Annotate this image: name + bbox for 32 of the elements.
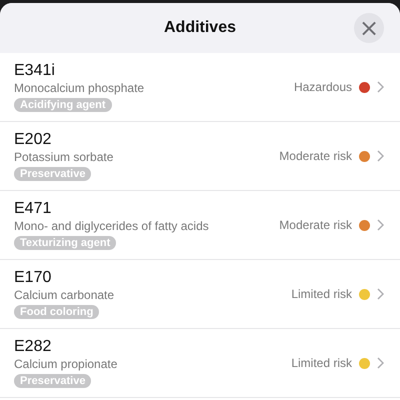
chevron-icon bbox=[377, 357, 384, 369]
additive-name: Monocalcium phosphate bbox=[14, 81, 144, 95]
chevron-icon bbox=[377, 288, 384, 300]
additive-name: Mono- and diglycerides of fatty acids bbox=[14, 219, 209, 233]
additive-code: E202 bbox=[14, 131, 52, 149]
risk-label: Moderate risk bbox=[279, 149, 352, 163]
additive-row[interactable]: E341i Monocalcium phosphate Acidifying agent Hazardous bbox=[0, 53, 400, 122]
additive-code: E341i bbox=[14, 62, 55, 80]
additive-row[interactable]: E170 Calcium carbonate Food coloring Limited risk bbox=[0, 260, 400, 329]
additive-code: E471 bbox=[14, 200, 52, 218]
sheet-title: Additives bbox=[164, 19, 236, 37]
chevron-icon bbox=[377, 81, 384, 93]
close-button[interactable]: × bbox=[354, 13, 384, 43]
chevron-icon bbox=[377, 219, 384, 231]
additive-name: Calcium carbonate bbox=[14, 288, 114, 302]
additive-name: Calcium propionate bbox=[14, 357, 118, 371]
risk-label: Limited risk bbox=[291, 356, 352, 370]
category-tag: Food coloring bbox=[14, 305, 100, 319]
additive-code: E282 bbox=[14, 338, 52, 356]
category-tag: Acidifying agent bbox=[14, 98, 112, 112]
additive-row[interactable]: E282 Calcium propionate Preservative Limited risk bbox=[0, 329, 400, 398]
additive-row[interactable]: E471 Mono- and diglycerides of fatty acids Texturizing agent Moderate risk bbox=[0, 191, 400, 260]
risk-label: Moderate risk bbox=[279, 218, 352, 232]
category-tag: Preservative bbox=[14, 374, 92, 388]
chevron-icon bbox=[377, 150, 384, 162]
additive-row[interactable]: E202 Potassium sorbate Preservative Moderate risk bbox=[0, 122, 400, 191]
additive-code: E170 bbox=[14, 269, 52, 287]
risk-label: Limited risk bbox=[291, 287, 352, 301]
category-tag: Texturizing agent bbox=[14, 236, 116, 250]
category-tag: Preservative bbox=[14, 167, 92, 181]
risk-label: Hazardous bbox=[294, 80, 352, 94]
additive-name: Potassium sorbate bbox=[14, 150, 114, 164]
